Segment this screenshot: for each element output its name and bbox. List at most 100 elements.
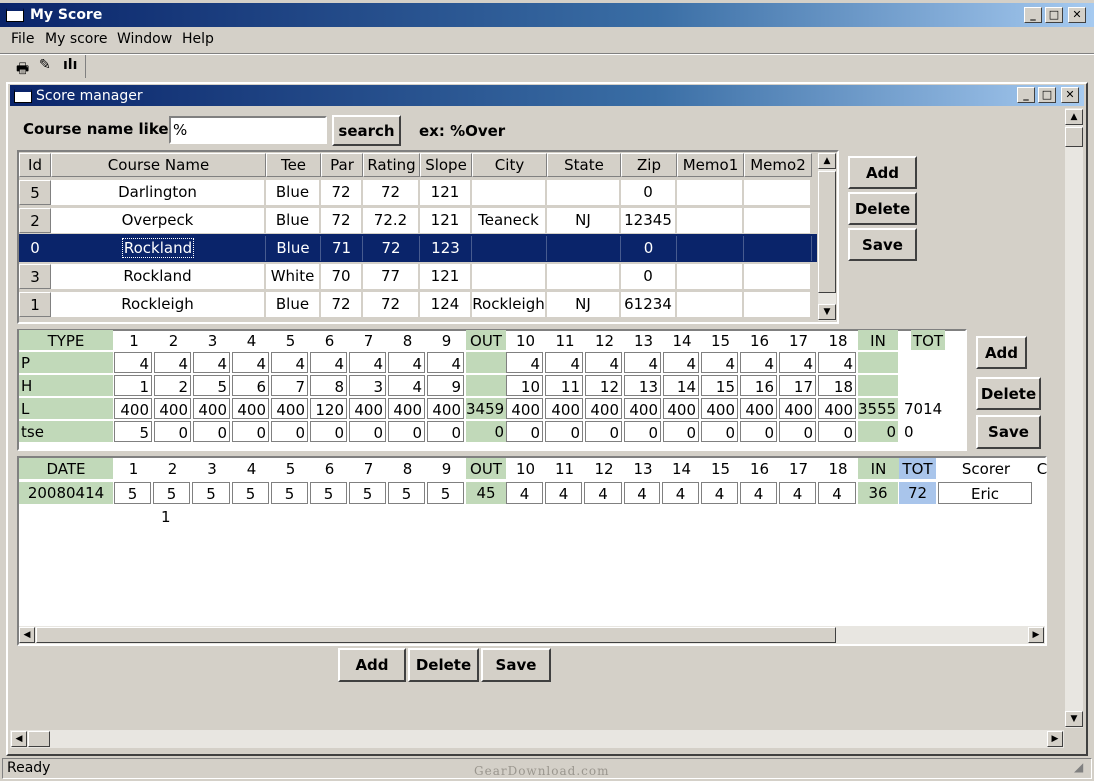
hole-cell[interactable]: 10 bbox=[506, 375, 543, 396]
course-cell[interactable]: 0 bbox=[621, 264, 677, 289]
score-cell[interactable]: 45 bbox=[466, 482, 506, 504]
hole-cell[interactable]: 0 bbox=[818, 421, 856, 442]
score-cell[interactable]: 5 bbox=[153, 482, 190, 504]
hole-total-cell[interactable] bbox=[466, 352, 506, 373]
hole-cell[interactable]: 400 bbox=[114, 398, 152, 419]
course-cell[interactable] bbox=[677, 292, 744, 317]
course-cell[interactable]: 121 bbox=[420, 180, 472, 205]
selected-course-name[interactable]: Rockland bbox=[121, 238, 195, 258]
hole-total-cell[interactable]: 3555 bbox=[858, 398, 898, 419]
hole-cell[interactable]: 4 bbox=[818, 352, 856, 373]
hole-cell[interactable]: 4 bbox=[271, 352, 308, 373]
course-cell[interactable] bbox=[547, 264, 621, 289]
hole-cell[interactable]: 4 bbox=[349, 352, 386, 373]
score-scroll-right-button[interactable]: ▶ bbox=[1028, 627, 1044, 643]
score-cell[interactable]: 4 bbox=[818, 482, 856, 504]
hole-cell[interactable]: 0 bbox=[506, 421, 543, 442]
child-hscrollbar[interactable] bbox=[10, 730, 1064, 748]
course-cell[interactable] bbox=[744, 180, 812, 205]
course-cell[interactable]: 72 bbox=[321, 208, 363, 233]
hole-cell[interactable]: 120 bbox=[310, 398, 347, 419]
score-scorer[interactable]: Eric bbox=[938, 482, 1032, 504]
course-cell[interactable]: Rockland bbox=[51, 236, 266, 261]
hole-cell[interactable]: 400 bbox=[740, 398, 777, 419]
hole-cell[interactable]: 0 bbox=[545, 421, 583, 442]
course-cell[interactable]: Blue bbox=[266, 236, 321, 261]
course-cell[interactable]: 123 bbox=[420, 236, 472, 261]
course-scroll-down-button[interactable]: ▼ bbox=[818, 304, 836, 320]
score-date[interactable]: 20080414 bbox=[19, 482, 113, 504]
hole-cell[interactable]: 17 bbox=[779, 375, 816, 396]
course-col-header[interactable]: Zip bbox=[621, 153, 677, 177]
course-cell[interactable]: Teaneck bbox=[472, 208, 547, 233]
menu-my-score[interactable]: My score bbox=[45, 31, 107, 47]
hole-delete-button[interactable]: Delete bbox=[976, 377, 1041, 410]
hole-cell[interactable]: 16 bbox=[740, 375, 777, 396]
course-col-header[interactable]: State bbox=[547, 153, 621, 177]
resize-grip-icon[interactable]: ◢ bbox=[1074, 760, 1083, 774]
hole-total-cell[interactable] bbox=[858, 375, 898, 396]
hole-cell[interactable]: 8 bbox=[310, 375, 347, 396]
score-cell[interactable]: 5 bbox=[192, 482, 230, 504]
course-col-header[interactable]: Slope bbox=[420, 153, 472, 177]
score-cell[interactable]: 5 bbox=[232, 482, 269, 504]
hole-cell[interactable]: 0 bbox=[585, 421, 622, 442]
hole-cell[interactable]: 5 bbox=[114, 421, 152, 442]
hole-cell[interactable]: 4 bbox=[154, 352, 191, 373]
hole-add-button[interactable]: Add bbox=[976, 336, 1027, 369]
course-cell[interactable]: 0 bbox=[621, 180, 677, 205]
score-cell[interactable]: 4 bbox=[662, 482, 699, 504]
hole-cell[interactable]: 4 bbox=[310, 352, 347, 373]
score-cell[interactable]: 36 bbox=[858, 482, 898, 504]
hole-cell[interactable]: 400 bbox=[663, 398, 699, 419]
score-cell[interactable]: 4 bbox=[584, 482, 622, 504]
course-cell[interactable]: Darlington bbox=[51, 180, 266, 205]
hole-total-cell[interactable]: 0 bbox=[858, 421, 898, 442]
course-cell[interactable] bbox=[677, 180, 744, 205]
hole-cell[interactable]: 0 bbox=[701, 421, 738, 442]
course-col-header[interactable]: Course Name bbox=[51, 153, 266, 177]
course-search-input[interactable] bbox=[169, 116, 327, 144]
score-cell[interactable]: 4 bbox=[624, 482, 660, 504]
hole-cell[interactable]: 9 bbox=[427, 375, 464, 396]
course-row-id[interactable]: 0 bbox=[19, 236, 51, 261]
search-button[interactable]: search bbox=[332, 115, 401, 146]
hole-cell[interactable]: 4 bbox=[701, 352, 738, 373]
hole-cell[interactable]: 4 bbox=[740, 352, 777, 373]
hole-cell[interactable]: 400 bbox=[818, 398, 856, 419]
child-vscrollbar[interactable] bbox=[1065, 108, 1083, 728]
course-cell[interactable] bbox=[744, 292, 812, 317]
course-cell[interactable] bbox=[744, 208, 812, 233]
course-cell[interactable]: 77 bbox=[363, 264, 420, 289]
child-hscroll-thumb[interactable] bbox=[28, 731, 50, 747]
hole-cell[interactable]: 4 bbox=[232, 352, 269, 373]
course-cell[interactable] bbox=[472, 264, 547, 289]
hole-cell[interactable]: 4 bbox=[506, 352, 543, 373]
course-cell[interactable]: 72.2 bbox=[363, 208, 420, 233]
score-cell[interactable]: 5 bbox=[310, 482, 347, 504]
score-delete-button[interactable]: Delete bbox=[408, 648, 479, 682]
course-cell[interactable]: 72 bbox=[363, 292, 420, 317]
hole-cell[interactable]: 4 bbox=[624, 352, 661, 373]
course-cell[interactable]: Overpeck bbox=[51, 208, 266, 233]
score-cell[interactable]: 4 bbox=[506, 482, 543, 504]
hole-cell[interactable]: 0 bbox=[624, 421, 661, 442]
hole-cell[interactable]: 14 bbox=[663, 375, 699, 396]
course-cell[interactable]: 121 bbox=[420, 208, 472, 233]
score-scroll-left-button[interactable]: ◀ bbox=[19, 627, 35, 643]
hole-cell[interactable]: 4 bbox=[388, 352, 425, 373]
app-minimize-button[interactable]: _ bbox=[1024, 7, 1042, 23]
course-row-id[interactable]: 2 bbox=[19, 208, 51, 233]
course-cell[interactable]: 70 bbox=[321, 264, 363, 289]
course-cell[interactable]: White bbox=[266, 264, 321, 289]
hole-save-button[interactable]: Save bbox=[976, 415, 1041, 449]
score-cell[interactable]: 5 bbox=[114, 482, 151, 504]
course-col-header[interactable]: Rating bbox=[363, 153, 420, 177]
hole-cell[interactable]: 400 bbox=[154, 398, 191, 419]
course-cell[interactable] bbox=[677, 208, 744, 233]
menu-window[interactable]: Window bbox=[117, 31, 172, 47]
child-scroll-up-button[interactable]: ▲ bbox=[1065, 109, 1083, 125]
child-close-button[interactable]: ✕ bbox=[1061, 87, 1079, 103]
hole-cell[interactable]: 4 bbox=[545, 352, 583, 373]
course-cell[interactable] bbox=[547, 180, 621, 205]
